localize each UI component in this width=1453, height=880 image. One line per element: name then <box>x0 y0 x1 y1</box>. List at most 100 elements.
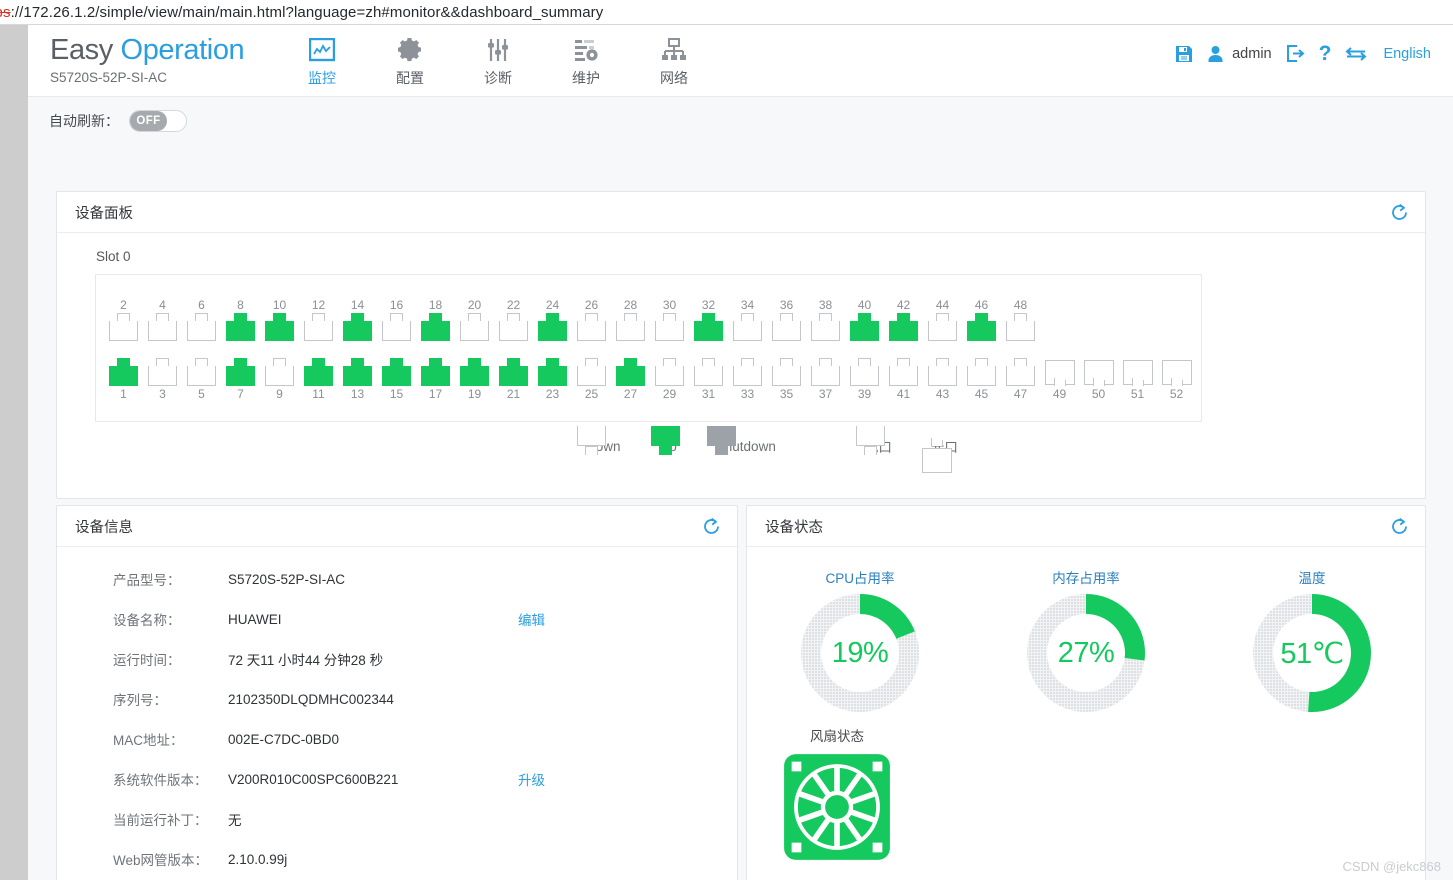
port-38[interactable]: 38 <box>806 297 845 341</box>
port-42[interactable]: 42 <box>884 297 923 341</box>
port-33[interactable]: 33 <box>728 358 767 402</box>
port-10[interactable]: 10 <box>260 297 299 341</box>
port-shape-electrical[interactable] <box>304 358 333 386</box>
port-shape-electrical[interactable] <box>538 358 567 386</box>
info-action[interactable]: 升级 <box>518 769 545 789</box>
nav-item-maintenance[interactable]: 维护 <box>542 31 630 92</box>
port-shape-electrical[interactable] <box>616 313 645 341</box>
port-shape-electrical[interactable] <box>967 358 996 386</box>
port-shape-electrical[interactable] <box>109 358 138 386</box>
port-shape-electrical[interactable] <box>772 358 801 386</box>
port-1[interactable]: 1 <box>104 358 143 402</box>
port-shape-electrical[interactable] <box>499 358 528 386</box>
nav-item-network[interactable]: 网络 <box>630 31 718 92</box>
port-24[interactable]: 24 <box>533 297 572 341</box>
port-shape-electrical[interactable] <box>850 313 879 341</box>
port-shape-electrical[interactable] <box>811 313 840 341</box>
port-27[interactable]: 27 <box>611 358 650 402</box>
port-shape-electrical[interactable] <box>421 358 450 386</box>
port-22[interactable]: 22 <box>494 297 533 341</box>
port-shape-electrical[interactable] <box>421 313 450 341</box>
save-icon[interactable] <box>1175 45 1193 63</box>
port-shape-optical[interactable] <box>1122 358 1153 386</box>
logout-icon[interactable] <box>1286 44 1305 63</box>
port-35[interactable]: 35 <box>767 358 806 402</box>
port-13[interactable]: 13 <box>338 358 377 402</box>
port-11[interactable]: 11 <box>299 358 338 402</box>
port-2[interactable]: 2 <box>104 297 143 341</box>
port-18[interactable]: 18 <box>416 297 455 341</box>
port-46[interactable]: 46 <box>962 297 1001 341</box>
port-15[interactable]: 15 <box>377 358 416 402</box>
port-shape-electrical[interactable] <box>304 313 333 341</box>
port-14[interactable]: 14 <box>338 297 377 341</box>
port-8[interactable]: 8 <box>221 297 260 341</box>
port-shape-electrical[interactable] <box>148 313 177 341</box>
help-icon[interactable]: ? <box>1319 43 1332 64</box>
port-shape-electrical[interactable] <box>889 358 918 386</box>
port-3[interactable]: 3 <box>143 358 182 402</box>
port-shape-optical[interactable] <box>1044 358 1075 386</box>
port-shape-electrical[interactable] <box>343 313 372 341</box>
port-shape-electrical[interactable] <box>265 313 294 341</box>
port-shape-electrical[interactable] <box>733 358 762 386</box>
port-12[interactable]: 12 <box>299 297 338 341</box>
port-shape-electrical[interactable] <box>577 313 606 341</box>
port-shape-electrical[interactable] <box>889 313 918 341</box>
port-20[interactable]: 20 <box>455 297 494 341</box>
port-29[interactable]: 29 <box>650 358 689 402</box>
port-25[interactable]: 25 <box>572 358 611 402</box>
port-26[interactable]: 26 <box>572 297 611 341</box>
port-shape-electrical[interactable] <box>226 313 255 341</box>
port-47[interactable]: 47 <box>1001 358 1040 402</box>
port-36[interactable]: 36 <box>767 297 806 341</box>
port-shape-electrical[interactable] <box>577 358 606 386</box>
refresh-icon[interactable] <box>1390 517 1409 536</box>
port-23[interactable]: 23 <box>533 358 572 402</box>
port-shape-electrical[interactable] <box>499 313 528 341</box>
port-39[interactable]: 39 <box>845 358 884 402</box>
port-9[interactable]: 9 <box>260 358 299 402</box>
port-31[interactable]: 31 <box>689 358 728 402</box>
port-16[interactable]: 16 <box>377 297 416 341</box>
port-32[interactable]: 32 <box>689 297 728 341</box>
info-action[interactable]: 编辑 <box>518 609 545 629</box>
port-shape-electrical[interactable] <box>460 358 489 386</box>
port-shape-electrical[interactable] <box>694 313 723 341</box>
port-30[interactable]: 30 <box>650 297 689 341</box>
port-49[interactable]: 49 <box>1040 358 1079 402</box>
port-shape-electrical[interactable] <box>616 358 645 386</box>
port-shape-electrical[interactable] <box>967 313 996 341</box>
port-41[interactable]: 41 <box>884 358 923 402</box>
port-shape-optical[interactable] <box>1161 358 1192 386</box>
port-shape-electrical[interactable] <box>1006 358 1035 386</box>
port-shape-electrical[interactable] <box>811 358 840 386</box>
port-shape-electrical[interactable] <box>694 358 723 386</box>
browser-url-bar[interactable]: ttps://172.26.1.2/simple/view/main/main.… <box>0 0 1453 25</box>
port-shape-electrical[interactable] <box>265 358 294 386</box>
port-shape-electrical[interactable] <box>460 313 489 341</box>
port-48[interactable]: 48 <box>1001 297 1040 341</box>
port-shape-electrical[interactable] <box>226 358 255 386</box>
port-17[interactable]: 17 <box>416 358 455 402</box>
port-40[interactable]: 40 <box>845 297 884 341</box>
port-50[interactable]: 50 <box>1079 358 1118 402</box>
port-34[interactable]: 34 <box>728 297 767 341</box>
port-shape-electrical[interactable] <box>928 358 957 386</box>
port-43[interactable]: 43 <box>923 358 962 402</box>
port-shape-electrical[interactable] <box>928 313 957 341</box>
port-shape-electrical[interactable] <box>343 358 372 386</box>
port-37[interactable]: 37 <box>806 358 845 402</box>
port-4[interactable]: 4 <box>143 297 182 341</box>
auto-refresh-toggle[interactable]: OFF <box>129 109 187 132</box>
switch-icon[interactable] <box>1345 46 1367 62</box>
refresh-icon[interactable] <box>702 517 721 536</box>
port-shape-electrical[interactable] <box>538 313 567 341</box>
port-28[interactable]: 28 <box>611 297 650 341</box>
port-shape-electrical[interactable] <box>655 313 684 341</box>
port-21[interactable]: 21 <box>494 358 533 402</box>
port-shape-electrical[interactable] <box>1006 313 1035 341</box>
refresh-icon[interactable] <box>1390 203 1409 222</box>
port-shape-electrical[interactable] <box>187 358 216 386</box>
port-shape-electrical[interactable] <box>382 313 411 341</box>
